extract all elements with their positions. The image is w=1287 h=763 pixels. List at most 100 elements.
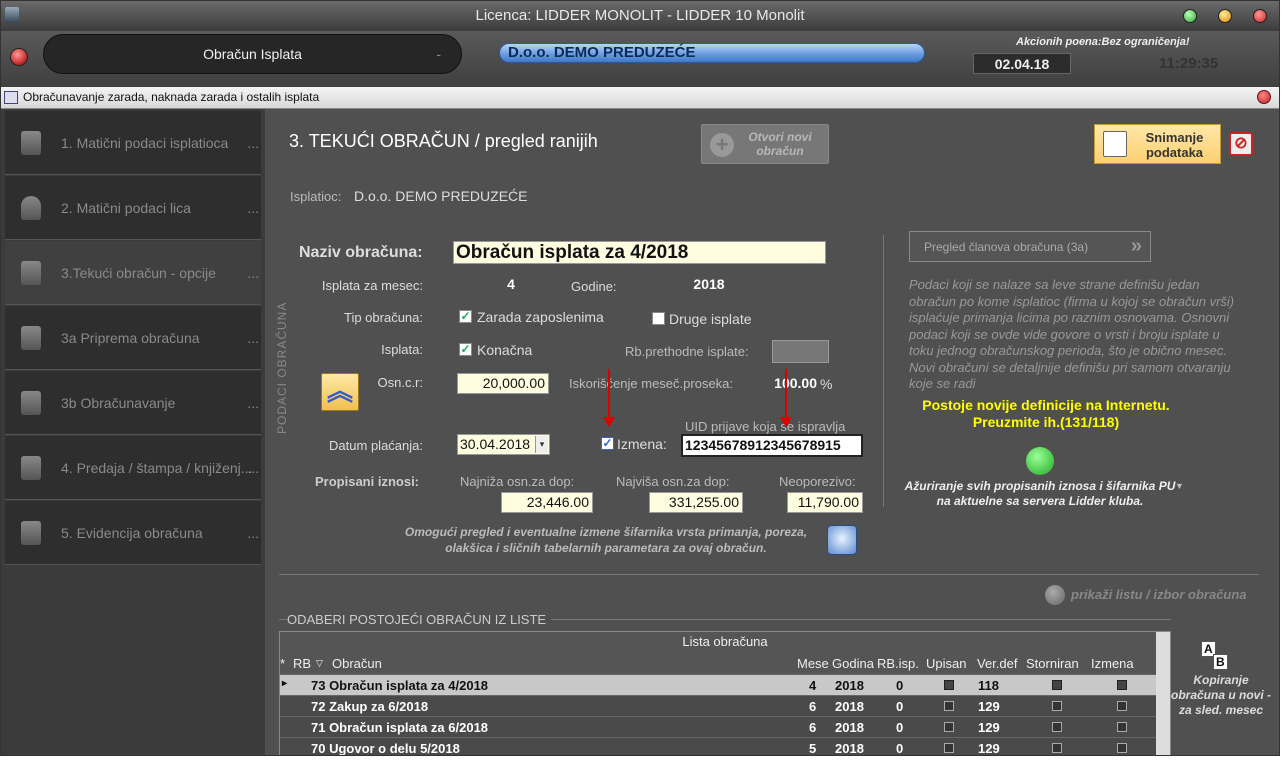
open-new-button[interactable]: + Otvori novi obračun [701, 124, 829, 164]
sidebar-item-obracunavanje[interactable]: 3b Obračunavanje... [5, 371, 261, 435]
table-row[interactable]: ▸ 73 Obračun isplata za 4/2018 4 2018 0 … [280, 674, 1170, 695]
row-upisan-checkbox[interactable] [944, 680, 954, 690]
col-mesec[interactable]: Mese [797, 656, 829, 671]
list-toggle-icon[interactable] [1045, 585, 1065, 605]
dropdown-icon[interactable]: ▼ [1175, 481, 1184, 491]
iskor-input[interactable]: 100.00 [761, 375, 817, 391]
row-izmena-checkbox[interactable] [1117, 701, 1127, 711]
row-izmena-checkbox[interactable] [1117, 722, 1127, 732]
filter-icon[interactable]: ▽ [316, 658, 323, 669]
sidebar-item-isplatioc[interactable]: 1. Matični podaci isplatioca... [5, 111, 261, 175]
minimize-button[interactable] [1183, 9, 1197, 23]
red-arrowhead-1 [603, 417, 615, 427]
coins-info-icon [21, 456, 41, 480]
col-upisan[interactable]: Upisan [926, 656, 966, 671]
subwindow-close-icon[interactable] [1257, 90, 1271, 104]
konacna-label: Konačna [477, 342, 533, 358]
prikazi-link[interactable]: prikaži listu / izbor obračuna [1071, 587, 1247, 602]
rb-prev-input[interactable] [772, 340, 829, 363]
sidebar-item-predaja[interactable]: 4. Predaja / štampa / knjiženj...... [5, 436, 261, 500]
save-button[interactable]: Snimanje podataka [1094, 124, 1221, 164]
godine-label: Godine: [571, 279, 617, 294]
sidebar-item-evidencija[interactable]: 5. Evidencija obračuna... [5, 501, 261, 565]
maximize-button[interactable] [1218, 9, 1232, 23]
sidebar-item-tekuci[interactable]: 3.Tekući obračun - opcije... [5, 241, 261, 305]
col-storniran[interactable]: Storniran [1026, 656, 1079, 671]
izmena-checkbox[interactable]: ✓ [601, 437, 614, 450]
row-upisan-checkbox[interactable] [944, 701, 954, 711]
row-name: 70 Ugovor o delu 5/2018 [311, 741, 460, 756]
godine-input[interactable]: 2018 [689, 276, 729, 292]
table-row[interactable]: 70 Ugovor o delu 5/2018 5 2018 0 129 [280, 737, 1170, 756]
building-icon [21, 131, 41, 155]
row-storniran-checkbox[interactable] [1052, 743, 1062, 753]
table-scrollbar[interactable] [1156, 632, 1170, 755]
row-izmena-checkbox[interactable] [1117, 743, 1127, 753]
datum-picker[interactable]: 30.04.2018 ▾ [457, 434, 550, 455]
datum-value: 30.04.2018 [460, 436, 531, 452]
sidebar-item-dots: ... [247, 460, 259, 476]
najvisa-label: Najviša osn.za dop: [616, 474, 730, 489]
isplata-label: Isplata: [381, 342, 423, 357]
chevron-down-icon[interactable]: ▾ [535, 436, 548, 453]
zarada-checkbox[interactable]: ✓ [459, 310, 472, 323]
row-rbisp: 0 [896, 741, 904, 756]
konacna-checkbox[interactable]: ✓ [459, 343, 472, 356]
top-toolbar: Obračun Isplata - D.o.o. DEMO PREDUZEĆE … [1, 31, 1279, 87]
naziv-input[interactable]: Obračun isplata za 4/2018 [453, 241, 826, 264]
zarada-label: Zarada zaposlenima [477, 309, 604, 325]
gear-search-icon[interactable] [827, 525, 857, 555]
col-godina[interactable]: Godina [832, 656, 874, 671]
druge-checkbox[interactable] [652, 312, 665, 325]
mesec-label: Isplata za mesec: [321, 278, 423, 293]
row-izmena-checkbox[interactable] [1117, 680, 1127, 690]
neopor-input[interactable]: 11,790.00 [787, 492, 863, 513]
subwindow-title: Obračunavanje zarada, naknada zarada i o… [23, 90, 320, 104]
mesec-input[interactable]: 4 [501, 276, 521, 292]
legend-line [551, 619, 1171, 620]
exit-icon[interactable] [10, 48, 28, 66]
iskor-unit: % [820, 376, 833, 392]
row-upisan-checkbox[interactable] [944, 743, 954, 753]
copy-ab-icon[interactable]: A B [1201, 641, 1231, 670]
najvisa-input[interactable]: 331,255.00 [649, 492, 743, 513]
osn-input[interactable]: 20,000.00 [457, 373, 549, 394]
app-icon [5, 7, 19, 23]
col-obracun[interactable]: Obračun [332, 656, 382, 671]
row-name: 72 Zakup za 6/2018 [311, 699, 429, 714]
pregled-label: Pregled članova obračuna (3a) [924, 240, 1089, 254]
rb-prev-label: Rb.prethodne isplate: [625, 344, 749, 359]
row-storniran-checkbox[interactable] [1052, 722, 1062, 732]
col-verdef[interactable]: Ver.def [977, 656, 1023, 671]
row-godina: 2018 [835, 678, 864, 693]
coins-stack-icon [21, 521, 41, 545]
sidebar-item-label: 3a Priprema obračuna [61, 330, 200, 346]
red-arrowhead-2 [780, 417, 792, 427]
row-upisan-checkbox[interactable] [944, 722, 954, 732]
najniza-input[interactable]: 23,446.00 [501, 492, 593, 513]
table-row[interactable]: 71 Obračun isplata za 6/2018 6 2018 0 12… [280, 716, 1170, 737]
row-storniran-checkbox[interactable] [1052, 680, 1062, 690]
sidebar-item-priprema[interactable]: 3a Priprema obračuna... [5, 306, 261, 370]
kopiranje-text[interactable]: Kopiranje obračuna u novi - za sled. mes… [1171, 673, 1271, 718]
col-rbisp[interactable]: RB.isp. [877, 656, 919, 671]
uid-input[interactable]: 12345678912345678915 [681, 434, 863, 457]
close-button[interactable] [1253, 9, 1267, 23]
uid-label: UID prijave koja se ispravlja [685, 419, 846, 434]
copy-b: B [1213, 654, 1228, 670]
col-rb[interactable]: RB [293, 656, 311, 671]
obracun-table: Lista obračuna * RB ▽ Obračun Mese Godin… [279, 631, 1171, 756]
company-bar: D.o.o. DEMO PREDUZEĆE [499, 43, 925, 63]
iskor-label: Iskorišćenje meseč.proseka: [569, 376, 734, 391]
row-storniran-checkbox[interactable] [1052, 701, 1062, 711]
pregled-clanova-button[interactable]: Pregled članova obračuna (3a) » [909, 231, 1151, 262]
refresh-icon[interactable] [1026, 447, 1054, 475]
isplatioc-value: D.o.o. DEMO PREDUZEĆE [354, 188, 528, 204]
azuriranje-text[interactable]: Ažuriranje svih propisanih iznosa i šifa… [899, 479, 1181, 509]
col-izmena[interactable]: Izmena [1091, 656, 1134, 671]
table-row[interactable]: 72 Zakup za 6/2018 6 2018 0 129 [280, 695, 1170, 716]
module-selector[interactable]: Obračun Isplata - [43, 34, 462, 74]
druge-label: Druge isplate [669, 311, 752, 327]
sidebar-item-lica[interactable]: 2. Matični podaci lica... [5, 176, 261, 240]
cancel-icon[interactable]: ⊘ [1229, 132, 1253, 156]
